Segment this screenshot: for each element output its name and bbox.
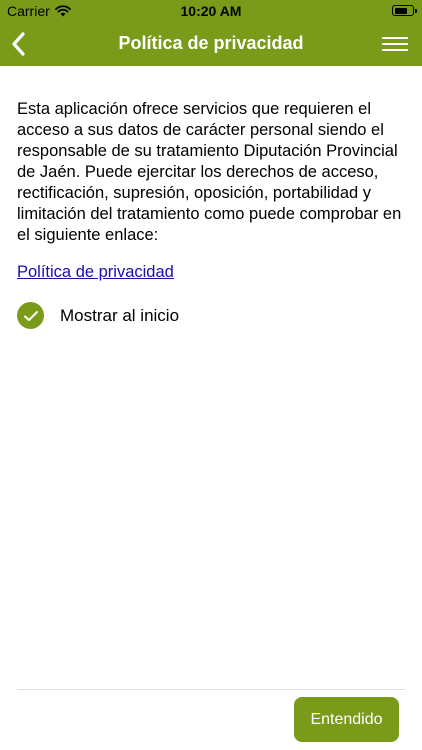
footer-divider	[17, 689, 405, 690]
show-at-start-label: Mostrar al inicio	[60, 305, 180, 325]
checkmark-circle-icon	[17, 302, 44, 329]
checkmark-icon	[23, 310, 38, 321]
show-at-start-toggle[interactable]: Mostrar al inicio	[17, 302, 179, 329]
privacy-intro-text: Esta aplicación ofrece servicios que req…	[17, 100, 402, 244]
hamburger-menu-icon	[382, 37, 408, 51]
privacy-content: Esta aplicación ofrece servicios que req…	[17, 99, 405, 282]
navigation-bar: Política de privacidad	[0, 22, 422, 66]
menu-button[interactable]	[382, 33, 408, 55]
battery-level	[394, 7, 408, 14]
understood-button[interactable]: Entendido	[294, 697, 399, 742]
page-title: Política de privacidad	[118, 33, 304, 53]
status-time: 10:20 AM	[180, 3, 242, 19]
status-bar: Carrier 10:20 AM	[0, 0, 422, 22]
privacy-policy-link[interactable]: Política de privacidad	[17, 263, 174, 282]
battery-icon	[392, 5, 417, 16]
privacy-screen: Carrier 10:20 AM Política de privacidad	[0, 0, 422, 750]
